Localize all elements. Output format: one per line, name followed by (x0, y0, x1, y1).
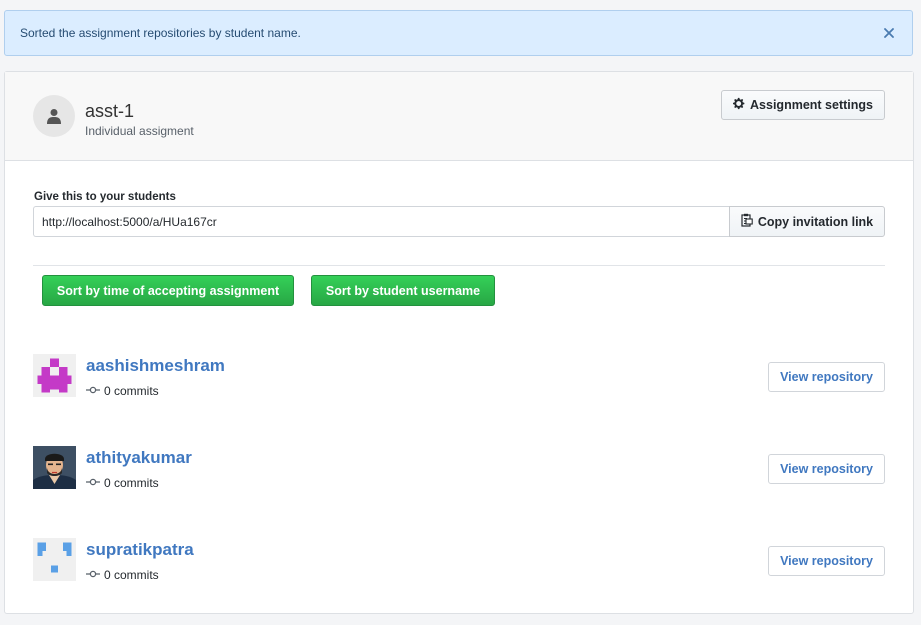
assignment-title: asst-1 (85, 101, 135, 121)
avatar (33, 538, 76, 581)
close-icon[interactable] (881, 25, 897, 41)
sort-by-time-button[interactable]: Sort by time of accepting assignment (42, 275, 294, 306)
student-row: athityakumar 0 commits View repository (33, 446, 885, 490)
clipboard-icon (741, 213, 753, 230)
avatar (33, 354, 76, 397)
commit-icon (86, 384, 100, 398)
assignment-settings-label: Assignment settings (750, 98, 873, 112)
commit-count-label: 0 commits (104, 568, 159, 582)
commit-count-label: 0 commits (104, 476, 159, 490)
invitation-label: Give this to your students (34, 191, 176, 203)
student-row: aashishmeshram 0 commits View repository (33, 354, 885, 398)
student-row: supratikpatra 0 commits View repository (33, 538, 885, 582)
assignment-header: asst-1 Individual assigment Assignment s… (5, 72, 913, 161)
invitation-url-input[interactable] (33, 206, 729, 237)
flash-message: Sorted the assignment repositories by st… (20, 26, 301, 40)
flash-notice: Sorted the assignment repositories by st… (4, 10, 913, 56)
student-username-link[interactable]: athityakumar (86, 448, 192, 468)
commit-icon (86, 568, 100, 582)
student-username-link[interactable]: supratikpatra (86, 540, 194, 560)
assignment-settings-button[interactable]: Assignment settings (721, 90, 885, 120)
view-repository-button[interactable]: View repository (768, 362, 885, 392)
sort-by-username-button[interactable]: Sort by student username (311, 275, 495, 306)
view-repository-button[interactable]: View repository (768, 546, 885, 576)
user-icon (33, 95, 75, 137)
student-username-link[interactable]: aashishmeshram (86, 356, 225, 376)
view-repository-button[interactable]: View repository (768, 454, 885, 484)
commit-count: 0 commits (86, 568, 159, 582)
divider (33, 265, 885, 266)
commit-icon (86, 476, 100, 490)
copy-invitation-button[interactable]: Copy invitation link (729, 206, 885, 237)
avatar (33, 446, 76, 489)
commit-count-label: 0 commits (104, 384, 159, 398)
copy-invitation-label: Copy invitation link (757, 214, 874, 229)
assignment-card: asst-1 Individual assigment Assignment s… (4, 71, 914, 614)
commit-count: 0 commits (86, 384, 159, 398)
gear-icon (733, 97, 746, 113)
commit-count: 0 commits (86, 476, 159, 490)
invitation-row: Copy invitation link (33, 206, 885, 237)
assignment-type: Individual assigment (85, 124, 194, 138)
